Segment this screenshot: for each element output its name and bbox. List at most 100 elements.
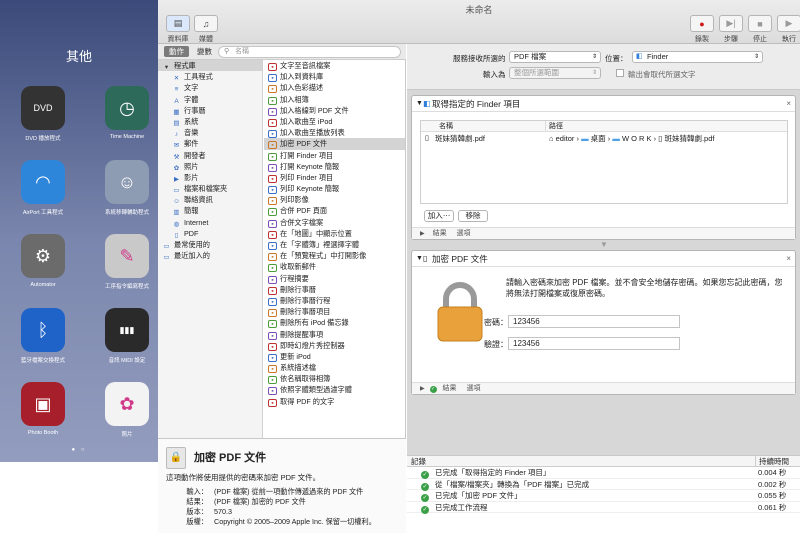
receives-select[interactable]: PDF 檔案 ⇕ (509, 51, 601, 63)
action-item[interactable]: ▪ 收取新郵件 (264, 261, 405, 273)
category-item[interactable]: ▥ 簡報 (158, 205, 262, 216)
column-path[interactable]: 路徑 (545, 121, 563, 132)
remove-button[interactable]: 移除 (458, 210, 488, 222)
launchpad-app[interactable]: ✿ 照片 (92, 382, 162, 438)
close-icon[interactable]: × (786, 96, 791, 112)
options-toggle[interactable]: 選項 (457, 230, 471, 237)
action-item[interactable]: ▪ 合併文字檔案 (264, 217, 405, 228)
action-item[interactable]: ▪ 列印 Finder 項目 (264, 172, 405, 183)
category-item[interactable]: ▭ 最近加入的 (158, 250, 262, 261)
category-list[interactable]: ▾ 程式庫 ✕ 工具程式 ≡ 文字 A 字體 ▦ 行事曆 ▤ 系統 ♪ 音樂 ✉ 郵件 ⚒ 開發者 ✿ 照片 ▶ 影片 ▭ 檔… (158, 60, 263, 438)
action-item[interactable]: ▪ 打開 Finder 項目 (264, 150, 405, 161)
category-item[interactable]: ✉ 郵件 (158, 138, 262, 149)
results-toggle[interactable]: 結果 (443, 385, 457, 392)
column-name[interactable]: 名稱 (439, 121, 453, 132)
launchpad-app[interactable]: ✎ 工序指令編寫程式 (92, 234, 162, 290)
tab-actions[interactable]: 動作 (164, 46, 189, 57)
category-item[interactable]: ▦ 行事曆 (158, 105, 262, 116)
action-item[interactable]: ▪ 依名稱取得相簿 (264, 373, 405, 385)
action-item[interactable]: ▪ 列印 Keynote 簡報 (264, 183, 405, 195)
card-header[interactable]: ▼ ▯ 加密 PDF 文件 × (412, 251, 795, 267)
category-item[interactable]: ▭ 檔案和檔案夾 (158, 183, 262, 194)
category-item[interactable]: ≡ 文字 (158, 82, 262, 93)
action-item[interactable]: ▪ 依照字體類型過濾字體 (264, 384, 405, 396)
toolbar-run-button[interactable]: ▶ 執行 (771, 15, 800, 44)
category-item[interactable]: ▤ 系統 (158, 116, 262, 127)
action-item[interactable]: ▪ 更新 iPod (264, 351, 405, 362)
action-item[interactable]: ▪ 即時幻燈片秀控制器 (264, 340, 405, 351)
launchpad-app[interactable]: ▣ Photo Booth (8, 382, 78, 436)
category-item[interactable]: ✕ 工具程式 (158, 71, 262, 82)
column-log[interactable]: 記錄 (411, 456, 426, 467)
card-header[interactable]: ▼ ◧ 取得指定的 Finder 項目 × (412, 96, 795, 112)
launchpad-app[interactable]: DVD DVD 播放程式 (8, 86, 78, 142)
action-card-get-finder-items[interactable]: ▼ ◧ 取得指定的 Finder 項目 × 名稱 路徑 ▯ 斑妹猜韓劇.pdf … (411, 95, 796, 240)
category-item[interactable]: A 字體 (158, 94, 262, 105)
launchpad-app[interactable]: ◷ Time Machine (92, 86, 162, 140)
path-control[interactable]: ⌂ editor › ▬ 桌面 › ▬ W O R K › ▯ 斑妹猜韓劇.pd… (549, 132, 714, 145)
category-item[interactable]: ▾ 程式庫 (158, 60, 262, 72)
action-item[interactable]: ▪ 文字至音訊檔案 (264, 60, 405, 71)
add-button[interactable]: 加入⋯ (424, 210, 454, 222)
search-input[interactable]: 名稱 (218, 46, 401, 58)
category-item[interactable]: ◍ Internet (158, 217, 262, 228)
category-item[interactable]: ♪ 音樂 (158, 127, 262, 138)
disclosure-triangle-icon[interactable]: ▶ (420, 386, 425, 392)
action-item[interactable]: ▪ 在「預覽程式」中打開影像 (264, 250, 405, 262)
action-item[interactable]: ▪ 在「字體簿」裡選擇字體 (264, 239, 405, 250)
action-item[interactable]: ▪ 系統描述檔 (264, 362, 405, 374)
category-item[interactable]: ▶ 影片 (158, 172, 262, 183)
launchpad-app[interactable]: ᛒ 藍牙檔案交換程式 (8, 308, 78, 364)
toolbar-media-button[interactable]: ♫ 媒體 (188, 15, 224, 44)
launchpad-app[interactable]: ◠ AirPort 工具程式 (8, 160, 78, 216)
action-item[interactable]: ▪ 在「地圖」中顯示位置 (264, 228, 405, 239)
action-item[interactable]: ▪ 取得 PDF 的文字 (264, 396, 405, 407)
action-item[interactable]: ▪ 加入歌曲至 iPod (264, 116, 405, 127)
action-item[interactable]: ▪ 行程摘要 (264, 273, 405, 284)
action-item[interactable]: ▪ 刪除所有 iPod 備忘錄 (264, 317, 405, 329)
table-row[interactable]: ▯ 斑妹猜韓劇.pdf ⌂ editor › ▬ 桌面 › ▬ W O R K … (421, 132, 787, 145)
disclosure-triangle-icon[interactable]: ▶ (420, 231, 425, 237)
tab-variables[interactable]: 變數 (192, 46, 217, 57)
action-item[interactable]: ▪ 加入歌曲至播放列表 (264, 127, 405, 139)
password-field[interactable]: 123456 (508, 315, 680, 328)
action-item[interactable]: ▪ 加入相簿 (264, 94, 405, 105)
action-item[interactable]: ▪ 列印影像 (264, 194, 405, 206)
workflow-canvas[interactable]: ▼ ◧ 取得指定的 Finder 項目 × 名稱 路徑 ▯ 斑妹猜韓劇.pdf … (407, 90, 800, 455)
launchpad-app[interactable]: ⚙ Automator (8, 234, 78, 288)
action-item[interactable]: ▪ 打開 Keynote 簡報 (264, 161, 405, 172)
action-item[interactable]: ▪ 加密 PDF 文件 (264, 138, 405, 150)
log-row[interactable]: ✓ 已完成「加密 PDF 文件」 0.055 秒 (407, 490, 800, 502)
disclosure-triangle-icon[interactable]: ▼ (416, 251, 423, 267)
category-item[interactable]: ▯ PDF (158, 228, 262, 239)
launchpad-app[interactable]: ☺ 系統移轉輔助程式 (92, 160, 162, 216)
verify-field[interactable]: 123456 (508, 337, 680, 350)
log-row[interactable]: ✓ 從「檔案/檔案夾」轉換為「PDF 檔案」已完成 0.002 秒 (407, 479, 800, 491)
action-item[interactable]: ▪ 加入格線到 PDF 文件 (264, 105, 405, 116)
category-item[interactable]: ☺ 聯絡資訊 (158, 194, 262, 205)
action-item[interactable]: ▪ 刪除行事曆行程 (264, 295, 405, 306)
close-icon[interactable]: × (786, 251, 791, 267)
action-list[interactable]: ▪ 文字至音訊檔案 ▪ 加入到資料庫 ▪ 加入色彩描述 ▪ 加入相簿 ▪ 加入格線到 PDF 文件… (264, 60, 406, 438)
results-toggle[interactable]: 結果 (433, 230, 447, 237)
column-duration[interactable]: 持續時間 (755, 456, 789, 467)
page-dots[interactable]: ● ○ (0, 447, 158, 453)
location-select[interactable]: ◧ Finder ⇕ (632, 51, 763, 63)
log-row[interactable]: ✓ 已完成工作流程 0.061 秒 (407, 502, 800, 514)
action-item[interactable]: ▪ 加入到資料庫 (264, 71, 405, 83)
options-toggle[interactable]: 選項 (466, 385, 480, 392)
action-item[interactable]: ▪ 加入色彩描述 (264, 82, 405, 94)
replace-text-checkbox[interactable] (616, 69, 624, 77)
category-item[interactable]: ⚒ 開發者 (158, 150, 262, 161)
action-item[interactable]: ▪ 合併 PDF 頁面 (264, 205, 405, 217)
disclosure-triangle-icon[interactable]: ▼ (416, 96, 423, 112)
action-item[interactable]: ▪ 刪除行事曆項目 (264, 306, 405, 318)
action-card-encrypt-pdf[interactable]: ▼ ▯ 加密 PDF 文件 × 請輸入密碼來加密 PDF 檔案。並不會安全地儲存… (411, 250, 796, 395)
launchpad-app[interactable]: ▮▮▮ 音訊 MIDI 設定 (92, 308, 162, 364)
log-row[interactable]: ✓ 已完成「取得指定的 Finder 項目」 0.004 秒 (407, 467, 800, 479)
action-item[interactable]: ▪ 刪除行事曆 (264, 284, 405, 295)
input-select[interactable]: 整個所選範圍 ⇕ (509, 67, 601, 79)
category-item[interactable]: ✿ 照片 (158, 161, 262, 172)
action-item[interactable]: ▪ 刪除提醒事項 (264, 329, 405, 340)
category-item[interactable]: ▭ 最常使用的 (158, 239, 262, 250)
